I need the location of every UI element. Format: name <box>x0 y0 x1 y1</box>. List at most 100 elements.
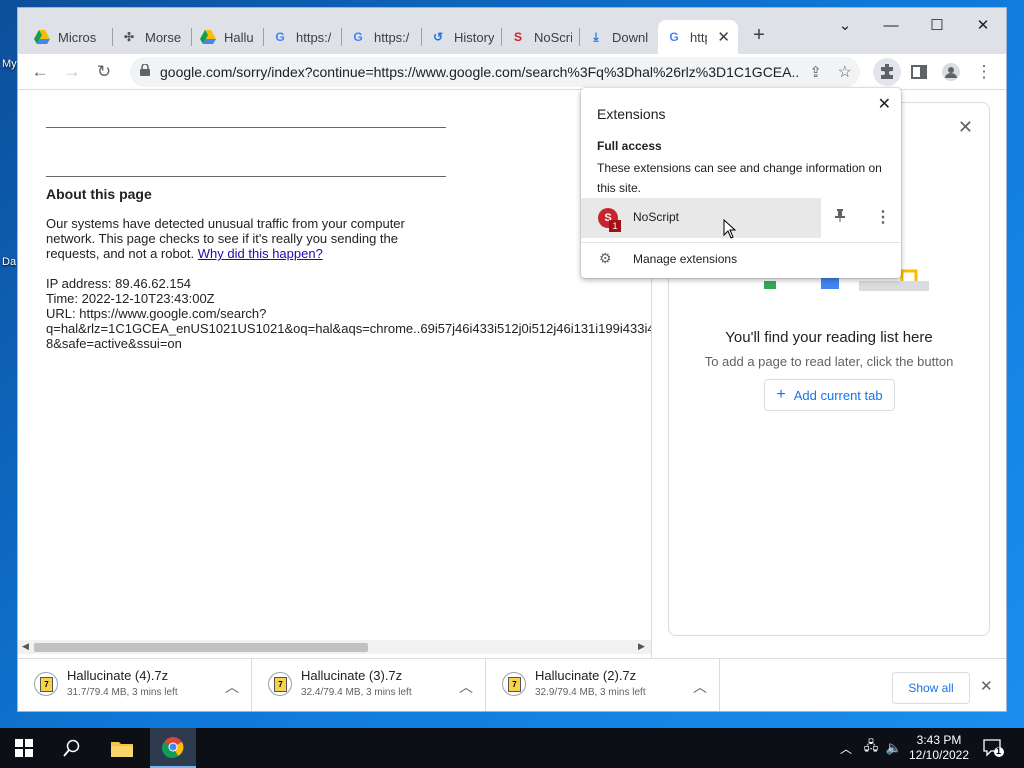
add-current-tab-button[interactable]: + Add current tab <box>764 379 895 411</box>
volume-icon[interactable]: 🔈 <box>884 728 904 768</box>
tab[interactable]: G https:/ <box>342 20 420 54</box>
clock-time: 3:43 PM <box>916 733 962 747</box>
minimize-button[interactable]: — <box>876 14 906 38</box>
taskbar: ︿ 🖧 🔈 3:43 PM 12/10/2022 1 <box>0 728 1024 768</box>
search-icon[interactable] <box>52 728 92 768</box>
manage-extensions-label: Manage extensions <box>633 252 738 266</box>
full-access-description: These extensions can see and change info… <box>597 161 882 195</box>
para-text: requests, and not a robot. <box>46 246 195 261</box>
close-popup-icon[interactable]: ✕ <box>878 94 891 114</box>
notification-count: 1 <box>996 746 1002 756</box>
show-all-button[interactable]: Show all <box>892 672 970 704</box>
archive-file-icon: 7 <box>268 672 292 696</box>
archive-file-icon: 7 <box>502 672 526 696</box>
windmill-icon: ✣ <box>123 30 135 44</box>
close-download-shelf-icon[interactable]: ✕ <box>980 677 993 695</box>
extensions-popup: Extensions ✕ Full access These extension… <box>581 88 901 278</box>
tab[interactable]: G https:/ <box>264 20 340 54</box>
file-explorer-icon[interactable] <box>102 728 142 768</box>
time-line: Time: 2022-12-10T23:43:00Z <box>46 291 215 306</box>
desktop-icon-label[interactable]: My <box>2 58 17 70</box>
back-icon[interactable]: ← <box>26 58 54 86</box>
chevron-up-icon[interactable]: ︿ <box>225 677 239 697</box>
tab[interactable]: ↺ History <box>422 20 502 54</box>
close-panel-icon[interactable]: ✕ <box>958 117 973 138</box>
reload-icon[interactable]: ↻ <box>90 58 118 86</box>
lock-icon[interactable] <box>140 63 150 81</box>
download-name: Hallucinate (4).7z <box>67 668 169 683</box>
chevron-up-icon[interactable]: ︿ <box>693 677 707 697</box>
toolbar: ← → ↻ google.com/sorry/index?continue=ht… <box>18 54 1006 90</box>
divider <box>46 127 446 128</box>
notification-icon[interactable]: 1 <box>983 738 1005 758</box>
profile-avatar-icon[interactable] <box>937 58 965 86</box>
noscript-badge: 1 <box>609 220 621 232</box>
google-drive-icon <box>34 29 50 45</box>
tab[interactable]: Micros <box>26 20 112 54</box>
pin-icon[interactable] <box>835 209 845 225</box>
tab-strip: Micros ✣ Morse Halluci G https:/ G https… <box>18 8 1006 54</box>
tab-label: NoScri <box>534 29 572 45</box>
side-panel-icon[interactable] <box>905 58 933 86</box>
extensions-puzzle-icon[interactable] <box>873 58 901 86</box>
address-bar[interactable]: google.com/sorry/index?continue=https://… <box>130 57 860 87</box>
tab[interactable]: S NoScri <box>502 20 580 54</box>
tab-label: History <box>454 29 494 45</box>
download-item[interactable]: 7 Hallucinate (4).7z 31.7/79.4 MB, 3 min… <box>18 659 252 711</box>
network-icon[interactable]: 🖧 <box>860 728 882 768</box>
scroll-left-icon[interactable]: ◀ <box>22 641 29 652</box>
menu-kebab-icon[interactable]: ⋮ <box>970 58 998 86</box>
noscript-icon: S <box>513 30 522 44</box>
tab-label: Morse <box>145 29 182 45</box>
new-tab-button[interactable]: + <box>749 25 769 46</box>
close-tab-icon[interactable]: ✕ <box>717 28 730 46</box>
download-status: 31.7/79.4 MB, 3 mins left <box>67 687 178 698</box>
tab-label: https:/ <box>296 29 332 45</box>
google-icon: G <box>275 30 285 44</box>
tab-label: https:/ <box>374 29 410 45</box>
scrollbar-thumb[interactable] <box>34 643 368 652</box>
tab-label: Halluci <box>224 29 254 45</box>
more-options-icon[interactable]: ⋮ <box>875 207 891 227</box>
scroll-right-icon[interactable]: ▶ <box>638 641 645 652</box>
download-item[interactable]: 7 Hallucinate (2).7z 32.9/79.4 MB, 3 min… <box>486 659 720 711</box>
url-line: q=hal&rlz=1C1GCEA_enUS1021US1021&oq=hal&… <box>46 321 652 336</box>
download-name: Hallucinate (2).7z <box>535 668 637 683</box>
tab[interactable]: Halluci <box>192 20 262 54</box>
download-name: Hallucinate (3).7z <box>301 668 403 683</box>
para-line: network. This page checks to see if it's… <box>46 231 398 246</box>
tab[interactable]: ✣ Morse <box>113 20 191 54</box>
extensions-title: Extensions <box>597 106 666 122</box>
tab-label: Downlo <box>612 29 648 45</box>
chevron-up-icon[interactable]: ︿ <box>836 728 856 768</box>
clock[interactable]: 3:43 PM 12/10/2022 <box>904 733 974 763</box>
close-window-button[interactable]: ✕ <box>968 14 998 38</box>
tab[interactable]: ⤓ Downlo <box>580 20 656 54</box>
maximize-button[interactable]: ☐ <box>922 14 952 38</box>
why-link[interactable]: Why did this happen? <box>198 246 323 261</box>
about-title: About this page <box>46 186 152 202</box>
extension-row-noscript[interactable]: S 1 NoScript ⋮ <box>581 198 901 238</box>
chevron-up-icon[interactable]: ︿ <box>459 677 473 697</box>
horizontal-scrollbar[interactable]: ◀ ▶ <box>18 640 652 654</box>
extension-name: NoScript <box>633 210 680 224</box>
download-shelf: 7 Hallucinate (4).7z 31.7/79.4 MB, 3 min… <box>18 658 1006 711</box>
manage-extensions-button[interactable]: ⚙ Manage extensions <box>581 244 901 274</box>
google-drive-icon <box>200 29 216 45</box>
share-icon[interactable]: ⇪ <box>809 63 822 81</box>
bookmark-star-icon[interactable]: ☆ <box>838 62 852 82</box>
browser-window: Micros ✣ Morse Halluci G https:/ G https… <box>18 8 1006 711</box>
url-line: URL: https://www.google.com/search? <box>46 306 267 321</box>
download-icon: ⤓ <box>593 29 599 44</box>
page-content: About this page Our systems have detecte… <box>18 90 652 658</box>
forward-icon[interactable]: → <box>58 58 86 86</box>
chrome-taskbar-icon[interactable] <box>150 728 196 768</box>
url-line: 8&safe=active&ssui=on <box>46 336 182 351</box>
download-item[interactable]: 7 Hallucinate (3).7z 32.4/79.4 MB, 3 min… <box>252 659 486 711</box>
tab-label: Micros <box>58 29 97 45</box>
start-windows-icon[interactable] <box>4 728 44 768</box>
tab-active[interactable]: G http ✕ <box>658 20 738 54</box>
desktop-icon-label[interactable]: Da <box>2 256 16 268</box>
tab-search-icon[interactable]: ⌄ <box>830 14 860 38</box>
full-access-heading: Full access <box>597 139 662 153</box>
